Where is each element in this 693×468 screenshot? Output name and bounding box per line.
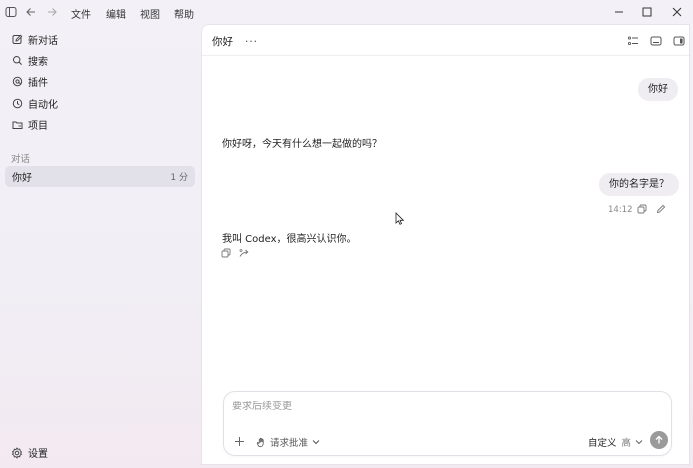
header-divider	[202, 55, 689, 56]
follow-up-input[interactable]	[232, 401, 652, 412]
approval-label: 请求批准	[270, 438, 309, 449]
conversation-title: 你好	[12, 173, 32, 184]
title-bar: 文件 编辑 视图 帮助	[0, 0, 693, 24]
conversation-time: 1 分	[170, 173, 188, 183]
model-mode-dropdown[interactable]: 自定义 高	[588, 435, 643, 449]
level-label: 高	[621, 438, 632, 449]
hand-icon	[256, 437, 267, 448]
menu-file[interactable]: 文件	[71, 6, 91, 21]
clock-icon	[11, 97, 23, 109]
send-button[interactable]	[650, 431, 668, 449]
add-attachment-icon[interactable]	[233, 435, 245, 447]
copy-icon[interactable]	[220, 247, 232, 259]
conversation-item[interactable]: 你好 1 分	[5, 166, 195, 187]
more-options-button[interactable]: ···	[245, 36, 258, 48]
minimize-icon[interactable]	[611, 4, 627, 20]
sidebar-item-new-chat[interactable]: 新对话	[6, 29, 194, 49]
sidebar-toggle-icon[interactable]	[4, 5, 18, 19]
menu-edit[interactable]: 编辑	[106, 6, 126, 21]
back-arrow-icon[interactable]	[24, 5, 38, 19]
approval-mode-dropdown[interactable]: 请求批准	[256, 435, 320, 449]
arrow-up-icon	[654, 435, 664, 445]
chat-header: 你好 ···	[212, 34, 258, 49]
message-timestamp: 14:12	[608, 205, 633, 215]
share-icon[interactable]	[238, 247, 250, 259]
sidebar-item-label: 自动化	[28, 99, 58, 111]
settings-button[interactable]: 设置	[11, 445, 48, 460]
chevron-down-icon	[635, 439, 643, 445]
forward-arrow-icon[interactable]	[45, 5, 59, 19]
composer: 请求批准 自定义 高	[223, 391, 672, 456]
maximize-icon[interactable]	[639, 4, 655, 20]
sidebar-item-label: 项目	[28, 120, 48, 132]
sidebar-item-label: 新对话	[28, 35, 58, 47]
assistant-message: 你好呀，今天有什么想一起做的吗？	[222, 139, 382, 150]
chevron-down-icon	[312, 439, 320, 445]
sidebar-item-projects[interactable]: 项目	[6, 114, 194, 134]
plugin-icon	[11, 75, 23, 87]
sidebar-item-label: 搜索	[28, 56, 48, 68]
close-icon[interactable]	[669, 4, 685, 20]
settings-label: 设置	[28, 449, 48, 460]
terminal-panel-icon[interactable]	[649, 34, 663, 48]
menu-view[interactable]: 视图	[140, 6, 160, 21]
menu-help[interactable]: 帮助	[174, 6, 194, 21]
sidebar-item-label: 插件	[28, 77, 48, 89]
gear-icon	[11, 446, 23, 459]
edit-message-icon[interactable]	[655, 203, 667, 215]
side-panel-icon[interactable]	[672, 34, 686, 48]
edit-icon	[11, 33, 23, 45]
user-message: 你的名字是？	[599, 173, 679, 196]
sidebar-item-search[interactable]: 搜索	[6, 50, 194, 70]
assistant-message: 我叫 Codex，很高兴认识你。	[222, 234, 357, 245]
chat-panel: 你好 ··· 你好 你好呀，今天有什么想一起做的吗？ 你的名字是？ 14:12 …	[201, 24, 690, 465]
copy-icon[interactable]	[636, 203, 648, 215]
mode-label: 自定义	[588, 438, 617, 449]
mouse-cursor-icon	[395, 212, 405, 228]
checklist-icon[interactable]	[626, 34, 640, 48]
page-title: 你好	[212, 36, 233, 48]
folder-icon	[11, 118, 23, 130]
user-message: 你好	[638, 78, 678, 101]
sidebar-item-automation[interactable]: 自动化	[6, 93, 194, 113]
search-icon	[11, 54, 23, 66]
sidebar-item-plugins[interactable]: 插件	[6, 71, 194, 91]
sidebar: 新对话 搜索 插件 自动化 项目 对话 你好 1 分 设置	[0, 24, 200, 468]
conversations-section-label: 对话	[11, 154, 31, 165]
